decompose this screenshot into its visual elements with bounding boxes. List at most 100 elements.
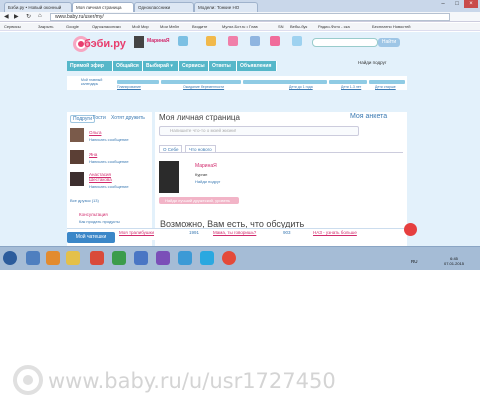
taskbar: RU 6:45 07.01.2015 (0, 246, 480, 270)
skype-icon[interactable] (200, 251, 214, 265)
stage-label[interactable]: Ожидание беременности (183, 85, 224, 89)
bookmark-item[interactable]: Мои Мейл (160, 24, 179, 30)
stage-label[interactable]: Планирование (117, 85, 141, 89)
close-icon[interactable]: × (464, 0, 478, 8)
stage-bar[interactable] (369, 80, 405, 84)
notification-bell-icon[interactable] (404, 223, 417, 236)
user-name[interactable]: МаринаЯ (147, 38, 170, 44)
app-icon[interactable] (90, 251, 104, 265)
reload-icon[interactable]: ↻ (26, 13, 31, 20)
consultation-heading[interactable]: Консультация (79, 212, 108, 217)
bookmark-item[interactable]: Мульт-Бот.ru • Глав (222, 24, 258, 30)
bookmark-item[interactable]: SN (278, 24, 284, 30)
photo-icon[interactable] (206, 36, 216, 46)
bottom-count: 1991 (189, 230, 200, 235)
write-message-link[interactable]: Написать сообщение (89, 184, 129, 189)
bookmark-item[interactable]: Вебы-бук (290, 24, 307, 30)
search-input[interactable] (312, 38, 378, 47)
clock-date: 07.01.2015 (444, 261, 465, 266)
nav-item-answers[interactable]: Ответы (209, 61, 237, 71)
app-icon[interactable] (178, 251, 192, 265)
stage-bar[interactable] (117, 80, 159, 84)
bookmark-item[interactable]: Сервисы (4, 24, 21, 30)
bottom-link[interactable]: Моя тралибушки (119, 230, 154, 235)
bookmark-item[interactable]: Радио-Фото - ска (318, 24, 350, 30)
all-friends-link[interactable]: Все друзья (13) (70, 198, 99, 203)
stage-label[interactable]: Дети до 1 года (289, 85, 313, 89)
nav-item-ads[interactable]: Объявления (237, 61, 277, 71)
messages-icon[interactable] (292, 36, 302, 46)
tab-friends[interactable]: Подруги (70, 115, 96, 123)
profile-photo[interactable] (159, 161, 179, 193)
status-input[interactable]: Напишите что-то о моей жизни! (159, 126, 359, 136)
browser-tab[interactable]: Одноклассники (134, 2, 194, 12)
nav-item-services[interactable]: Сервисы (179, 61, 209, 71)
pig-icon[interactable] (228, 36, 238, 46)
stage-bar[interactable] (329, 80, 367, 84)
search-button[interactable]: Найти (378, 38, 400, 47)
browser-tab[interactable]: Модели: Тонкие НО (194, 2, 258, 12)
stage-bar[interactable] (243, 80, 327, 84)
bookmark-item[interactable]: Входите (192, 24, 207, 30)
chat-button[interactable]: Мой чатешки (67, 232, 115, 243)
how-sell-link[interactable]: Как продать продукты (79, 219, 120, 224)
friend-name[interactable]: Яна (89, 152, 97, 157)
write-message-link[interactable]: Написать сообщение (89, 137, 129, 142)
friends-icon[interactable] (178, 36, 188, 46)
nav-item-chat[interactable]: Общайся (113, 61, 143, 71)
browser-tab[interactable]: Бэби.ру • Новый оконный (4, 2, 72, 12)
bookmark-item[interactable]: Одноклассники (92, 24, 121, 30)
bookmark-item[interactable]: Закрыть (38, 24, 53, 30)
bookmark-item[interactable]: Google (66, 24, 79, 30)
tab-want-friends[interactable]: Хотят дружить (111, 115, 145, 121)
app-icon[interactable] (112, 251, 126, 265)
nav-item-choose[interactable]: Выбирай ▾ (143, 61, 179, 71)
friend-avatar[interactable] (70, 172, 84, 186)
chrome-icon[interactable] (222, 251, 236, 265)
divider (159, 152, 403, 153)
forward-icon[interactable]: ▶ (14, 13, 19, 20)
app-icon[interactable] (134, 251, 148, 265)
my-profile-link[interactable]: Моя анкета (350, 113, 387, 120)
find-friends-link[interactable]: Найди подруг (358, 60, 388, 65)
profile-name[interactable]: МаринаЯ (195, 163, 217, 169)
browser-tab-active[interactable]: Моя личная страница (72, 2, 134, 12)
explorer-icon[interactable] (26, 251, 40, 265)
back-icon[interactable]: ◀ (4, 13, 9, 20)
gift-icon[interactable] (270, 36, 280, 46)
chat-icon[interactable] (250, 36, 260, 46)
start-button-icon[interactable] (3, 251, 17, 265)
calendar-label[interactable]: Мой главный календарь (81, 78, 111, 86)
friend-avatar[interactable] (70, 150, 84, 164)
friend-name[interactable]: Ольга (89, 130, 101, 135)
tab-label: Модели: Тонкие НО (198, 5, 240, 10)
media-icon[interactable] (46, 251, 60, 265)
language-indicator[interactable]: RU (411, 259, 418, 264)
bottom-count: 903 (283, 230, 291, 235)
viber-icon[interactable] (156, 251, 170, 265)
bookmark-item[interactable]: Бесплатно Новостей (372, 24, 411, 30)
watermark-url: www.baby.ru/u/usr1727450 (48, 369, 336, 393)
profile-more-link[interactable]: Найди подруг (195, 179, 220, 184)
bookmark-item[interactable]: Мой Мир (132, 24, 149, 30)
folder-icon[interactable] (66, 251, 80, 265)
write-message-link[interactable]: Написать сообщение (89, 159, 129, 164)
bottom-link[interactable]: Мама, ты говоришь? (213, 230, 256, 235)
nav-item-live[interactable]: Прямой эфир (67, 61, 113, 71)
maximize-icon[interactable]: □ (450, 0, 464, 8)
home-icon[interactable]: ⌂ (38, 13, 42, 19)
stage-bar[interactable] (161, 80, 241, 84)
stage-label[interactable]: Дети старше (375, 85, 396, 89)
add-friend-button[interactable]: Найди лучший дружеский, уровень (159, 197, 239, 204)
avatar[interactable] (134, 36, 144, 48)
url-field[interactable]: www.baby.ru/user/my/ (50, 13, 450, 21)
stage-label[interactable]: Дети 1-3 лет (341, 85, 361, 89)
minimize-icon[interactable]: – (436, 0, 450, 8)
calendar-strip: Мой главный календарь Планирование Ожида… (67, 76, 407, 90)
logo-text[interactable]: бэби.ру (84, 38, 126, 50)
clock[interactable]: 6:45 07.01.2015 (444, 256, 464, 266)
bottom-link[interactable]: НАЗ - узнать больше (313, 230, 357, 235)
tab-guests[interactable]: Гости (93, 115, 106, 121)
friend-name[interactable]: Анастасия Шестакова (89, 172, 119, 182)
friend-avatar[interactable] (70, 128, 84, 142)
